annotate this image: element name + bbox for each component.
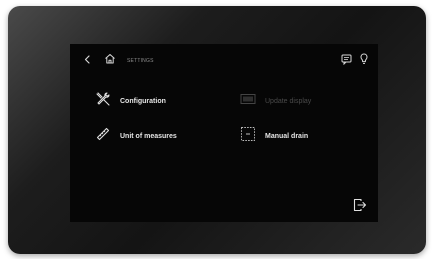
manual-drain-button[interactable]: Manual drain [240, 126, 309, 147]
unit-of-measures-label: Unit of measures [120, 132, 177, 140]
configuration-button[interactable]: Configuration [95, 91, 166, 112]
drain-icon [240, 126, 256, 147]
display-update-icon [240, 92, 256, 110]
update-display-label: Update display [265, 97, 312, 105]
message-icon[interactable] [341, 54, 352, 65]
breadcrumb: SETTINGS [127, 58, 154, 64]
lightbulb-icon[interactable] [360, 53, 368, 65]
device-bezel: SETTINGS Configuration Unit of measures … [8, 6, 426, 254]
touch-screen: SETTINGS Configuration Unit of measures … [70, 44, 378, 222]
home-icon[interactable] [104, 53, 116, 64]
update-display-button[interactable]: Update display [240, 93, 311, 109]
manual-drain-label: Manual drain [265, 132, 309, 140]
configuration-label: Configuration [120, 97, 166, 105]
ruler-icon [95, 126, 111, 147]
chevron-left-icon[interactable] [84, 55, 90, 64]
tools-icon [95, 91, 111, 112]
photo-background: SETTINGS Configuration Unit of measures … [0, 0, 432, 259]
exit-icon[interactable] [353, 198, 367, 212]
top-bar: SETTINGS [70, 44, 378, 74]
unit-of-measures-button[interactable]: Unit of measures [95, 126, 177, 147]
